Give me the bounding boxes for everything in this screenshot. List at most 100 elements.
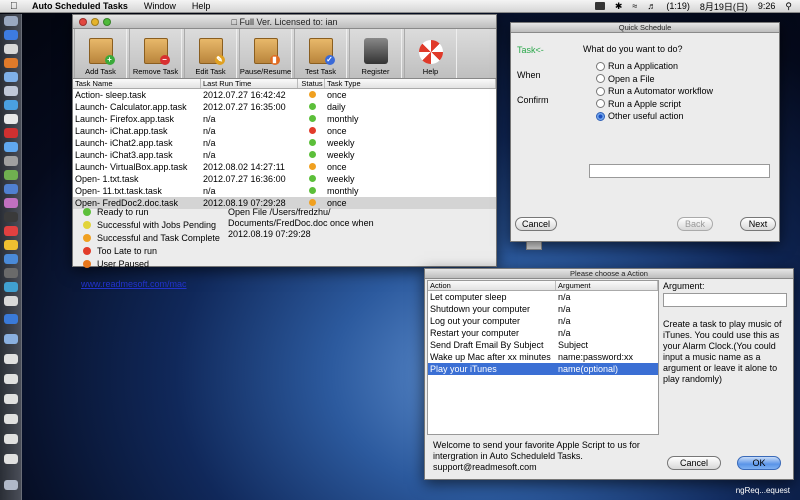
task-row[interactable]: Action- sleep.task 2012.07.27 16:42:42 onc… xyxy=(73,89,496,101)
option-open-file[interactable]: Open a File xyxy=(596,73,713,86)
pause-resume-button[interactable]: ▮ Pause/Resume xyxy=(239,29,292,78)
quick-next-button[interactable]: Next xyxy=(740,217,776,231)
document-dock-icon[interactable] xyxy=(4,374,18,384)
task-row[interactable]: Launch- iChat.app.task n/a once xyxy=(73,125,496,137)
task-row[interactable]: Open- 1.txt.task 2012.07.27 16:36:00 weekl… xyxy=(73,173,496,185)
battery-status[interactable]: (1:19) xyxy=(666,1,690,11)
trash-dock-icon[interactable] xyxy=(4,480,18,490)
add-task-button[interactable]: + Add Task xyxy=(74,29,127,78)
main-titlebar[interactable]: □ Full Ver. Licensed to: ian xyxy=(73,15,496,29)
wifi-icon[interactable]: ≈ xyxy=(632,1,637,11)
bluetooth-icon[interactable]: ✱ xyxy=(615,1,623,12)
task-row[interactable]: Launch- iChat2.app.task n/a weekly xyxy=(73,137,496,149)
app-dock-icon[interactable] xyxy=(4,254,18,264)
volume-icon[interactable]: ♬ xyxy=(647,1,656,11)
col-last-run[interactable]: Last Run Time xyxy=(201,79,298,88)
register-button[interactable]: Register xyxy=(349,29,402,78)
preview-dock-icon[interactable] xyxy=(4,114,18,124)
task-table-header: Task Name Last Run Time Status Task Type xyxy=(73,79,496,89)
safari-dock-icon[interactable] xyxy=(4,72,18,82)
col-status[interactable]: Status xyxy=(298,79,325,88)
help-button[interactable]: Help xyxy=(404,29,457,78)
app-dock-icon[interactable] xyxy=(4,184,18,194)
app-dock-icon[interactable] xyxy=(4,296,18,306)
app-dock-icon[interactable] xyxy=(4,212,18,222)
apple-icon[interactable]:  xyxy=(10,1,20,12)
action-row[interactable]: Send Draft Email By Subject Subject xyxy=(428,339,658,351)
status-dot-icon xyxy=(309,199,316,206)
calendar-dock-icon[interactable] xyxy=(4,44,18,54)
app-dock-icon[interactable] xyxy=(4,226,18,236)
zoom-icon[interactable] xyxy=(103,18,111,26)
col-action[interactable]: Action xyxy=(428,281,556,290)
action-row[interactable]: Wake up Mac after xx minutes name:passwor… xyxy=(428,351,658,363)
close-icon[interactable] xyxy=(79,18,87,26)
action-row[interactable]: Restart your computer n/a xyxy=(428,327,658,339)
radio-button-selected[interactable] xyxy=(596,111,605,121)
action-ok-button[interactable]: OK xyxy=(737,456,781,470)
minimize-icon[interactable] xyxy=(91,18,99,26)
task-row[interactable]: Launch- iChat3.app.task n/a weekly xyxy=(73,149,496,161)
task-row[interactable]: Open- 11.txt.task.task n/a monthly xyxy=(73,185,496,197)
task-row[interactable]: Launch- Firefox.app.task n/a monthly xyxy=(73,113,496,125)
action-row[interactable]: Log out your computer n/a xyxy=(428,315,658,327)
app-dock-icon[interactable] xyxy=(4,240,18,250)
app-dock-icon[interactable] xyxy=(4,198,18,208)
col-task-name[interactable]: Task Name xyxy=(73,79,201,88)
action-row[interactable]: Play your iTunes name(optional) xyxy=(428,363,658,375)
document-dock-icon[interactable] xyxy=(4,454,18,464)
menu-window[interactable]: Window xyxy=(144,1,176,11)
app-menu[interactable]: Auto Scheduled Tasks xyxy=(32,1,128,11)
app-dock-icon[interactable] xyxy=(4,170,18,180)
radio-button[interactable] xyxy=(596,86,605,96)
option-run-application[interactable]: Run a Application xyxy=(596,60,713,73)
menubar-time[interactable]: 9:26 xyxy=(758,1,776,11)
appstore-dock-icon[interactable] xyxy=(4,30,18,40)
action-row[interactable]: Let computer sleep n/a xyxy=(428,291,658,303)
firefox-dock-icon[interactable] xyxy=(4,58,18,68)
task-name-cell: Launch- iChat3.app.task xyxy=(75,150,173,160)
radio-button[interactable] xyxy=(596,99,605,109)
folder-dock-icon[interactable] xyxy=(4,334,18,344)
menubar-extra-icon[interactable] xyxy=(594,2,605,10)
document-dock-icon[interactable] xyxy=(4,354,18,364)
option-run-applescript[interactable]: Run a Apple script xyxy=(596,98,713,111)
col-argument[interactable]: Argument xyxy=(556,281,658,290)
quick-cancel-button[interactable]: Cancel xyxy=(515,217,557,231)
radio-button[interactable] xyxy=(596,74,605,84)
ichat-dock-icon[interactable] xyxy=(4,100,18,110)
remove-task-button[interactable]: − Remove Task xyxy=(129,29,182,78)
spotlight-icon[interactable]: ⚲ xyxy=(785,1,792,12)
edit-task-button[interactable]: ✎ Edit Task xyxy=(184,29,237,78)
finder-dock-icon[interactable] xyxy=(4,16,18,26)
option-other-action[interactable]: Other useful action xyxy=(596,110,713,123)
app-dock-icon[interactable] xyxy=(4,314,18,324)
radio-button[interactable] xyxy=(596,61,605,71)
mail-dock-icon[interactable] xyxy=(4,86,18,96)
action-titlebar[interactable]: Please choose a Action xyxy=(425,269,793,279)
task-row[interactable]: Launch- VirtualBox.app.task 2012.08.02 14… xyxy=(73,161,496,173)
app-dock-icon[interactable] xyxy=(4,282,18,292)
col-task-type[interactable]: Task Type xyxy=(325,79,496,88)
quick-input[interactable] xyxy=(589,164,770,178)
action-cancel-button[interactable]: Cancel xyxy=(667,456,721,470)
document-dock-icon[interactable] xyxy=(4,414,18,424)
website-link[interactable]: www.readmesoft.com/mac xyxy=(81,279,187,289)
quick-titlebar[interactable]: Quick Schedule xyxy=(511,23,779,33)
test-task-button[interactable]: ✓ Test Task xyxy=(294,29,347,78)
settings-dock-icon[interactable] xyxy=(4,156,18,166)
document-dock-icon[interactable] xyxy=(4,434,18,444)
edit-task-icon: ✎ xyxy=(198,38,225,65)
app-dock-icon[interactable] xyxy=(4,142,18,152)
app-dock-icon[interactable] xyxy=(4,128,18,138)
action-rows: Let computer sleep n/a Shutdown your compu… xyxy=(428,291,658,375)
menubar-date[interactable]: 8月19日(日) xyxy=(700,0,748,13)
terminal-dock-icon[interactable] xyxy=(4,268,18,278)
document-dock-icon[interactable] xyxy=(4,394,18,404)
task-row[interactable]: Launch- Calculator.app.task 2012.07.27 16… xyxy=(73,101,496,113)
action-row[interactable]: Shutdown your computer n/a xyxy=(428,303,658,315)
quick-back-button[interactable]: Back xyxy=(677,217,713,231)
argument-input[interactable] xyxy=(663,293,787,307)
menu-help[interactable]: Help xyxy=(192,1,211,11)
option-run-automator[interactable]: Run a Automator workflow xyxy=(596,85,713,98)
